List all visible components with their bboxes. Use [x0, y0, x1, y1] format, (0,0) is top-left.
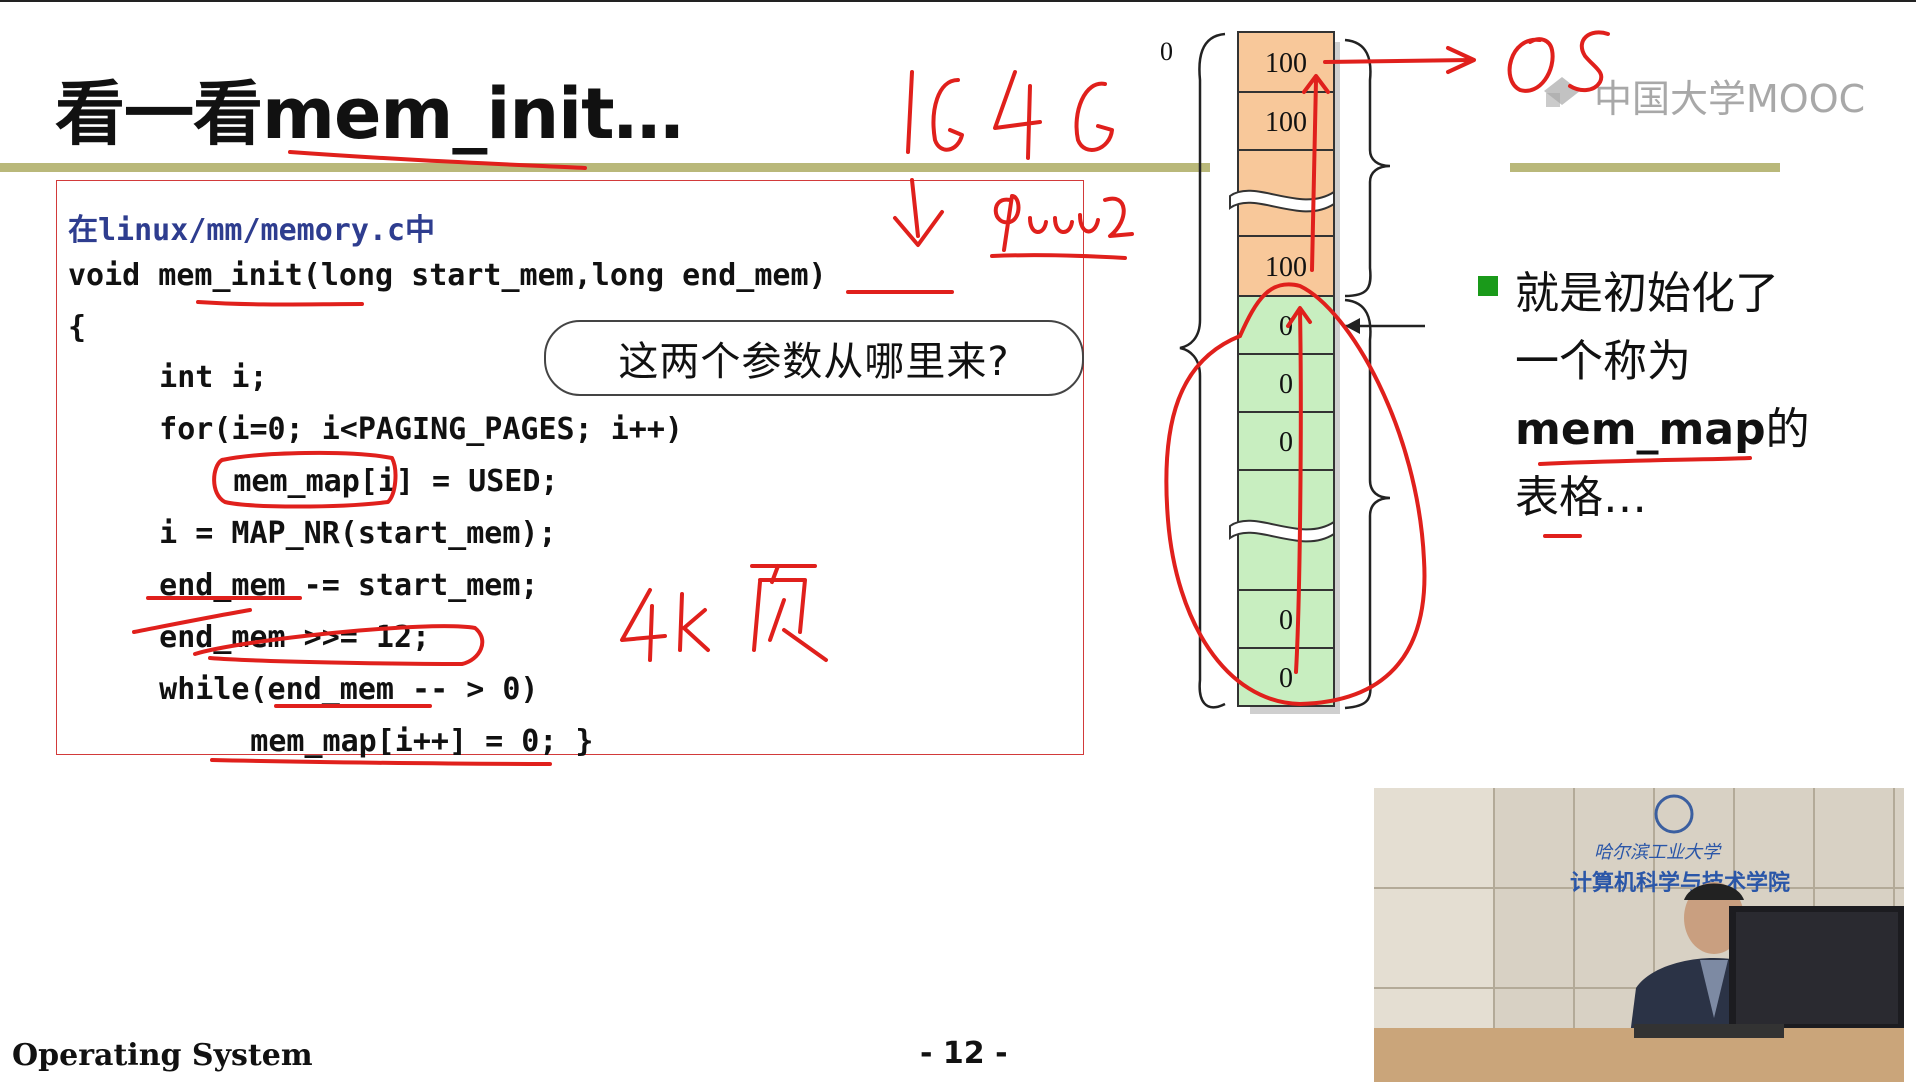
memory-cell-value: 0 — [1279, 311, 1293, 342]
instructor-video: 哈尔滨工业大学 计算机科学与技术学院 — [1374, 788, 1904, 1082]
memory-cell-value: 0 — [1279, 663, 1293, 694]
memory-cells: 100 100 100 0 0 0 0 0 — [1237, 31, 1335, 707]
memory-cell-value: 0 — [1279, 427, 1293, 458]
memory-cell-value: 0 — [1279, 369, 1293, 400]
bullet-text-bold: mem_map — [1515, 404, 1766, 455]
bullet-square-icon — [1478, 276, 1498, 296]
bullet-text: 就是初始化了一个称为mem_map的表格… — [1515, 260, 1815, 532]
memory-cell-value: 100 — [1265, 252, 1307, 283]
video-sign-line2: 计算机科学与技术学院 — [1570, 870, 1790, 896]
memory-cell-value: 0 — [1279, 605, 1293, 636]
video-sign-line1: 哈尔滨工业大学 — [1594, 842, 1722, 863]
video-frame: 哈尔滨工业大学 计算机科学与技术学院 — [1374, 788, 1904, 1082]
bullet-text-before: 就是初始化了一个称为 — [1515, 268, 1779, 387]
origin-label: 0 — [1160, 37, 1173, 66]
footer-page-number: - 12 - — [920, 1036, 1008, 1071]
footer-course-name: Operating System — [12, 1038, 313, 1073]
memory-cell-value: 100 — [1265, 48, 1307, 79]
memory-cell-value: 100 — [1265, 107, 1307, 138]
